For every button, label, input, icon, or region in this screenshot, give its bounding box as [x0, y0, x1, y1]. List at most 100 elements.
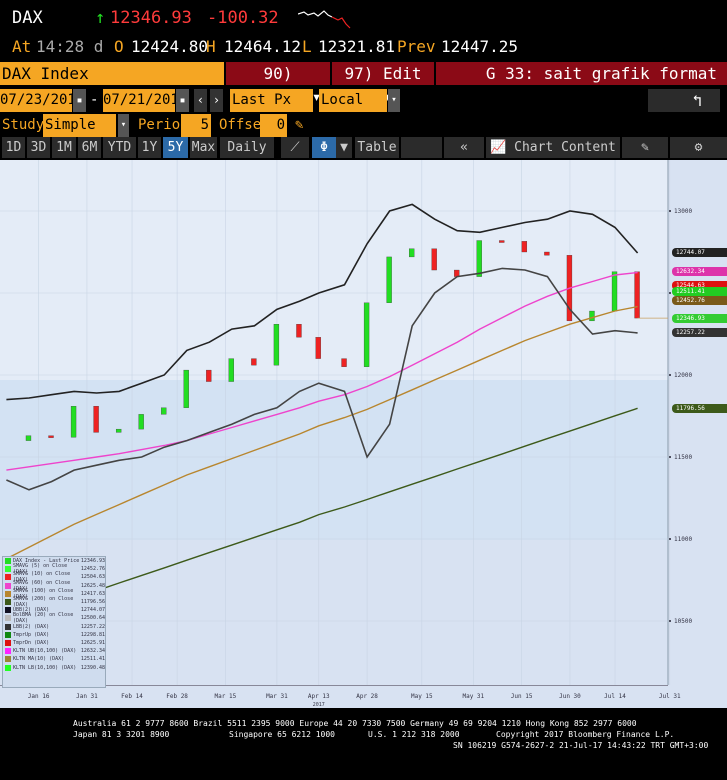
blank-button: [401, 137, 442, 158]
range-1d[interactable]: 1D: [2, 137, 25, 158]
price-candle: [206, 369, 212, 382]
gear-icon[interactable]: ⚙: [670, 137, 727, 158]
period-input[interactable]: 5: [181, 114, 211, 137]
legend-swatch: [5, 590, 11, 597]
price-tag: 12744.07: [672, 248, 727, 258]
low-label: L: [302, 37, 312, 56]
edit-menu[interactable]: 97) Edit ▾: [332, 62, 434, 106]
study-label: Study: [2, 117, 45, 133]
range-max[interactable]: Max: [190, 137, 217, 158]
y-tick: [669, 456, 671, 458]
legend-swatch: [5, 648, 11, 655]
up-arrow-icon: ↑: [95, 8, 106, 28]
next-period-button[interactable]: ›: [210, 89, 223, 112]
annotate-icon[interactable]: ✎: [622, 137, 668, 158]
chevron-down-icon[interactable]: ▾: [388, 89, 400, 112]
chart-title: G 33: sait grafik format: [436, 62, 727, 85]
x-tick-label: Jan 16: [28, 693, 50, 700]
price-tag: 12257.22: [672, 328, 727, 338]
high-value: 12464.12: [224, 37, 302, 56]
table-button[interactable]: Table: [355, 137, 399, 158]
security-field[interactable]: DAX Index: [0, 62, 224, 85]
x-tick-label: May 31: [462, 693, 484, 700]
legend-swatch: [5, 558, 11, 565]
quote-time: 14:28 d: [36, 37, 104, 56]
legend-value: 12500.64: [80, 615, 105, 622]
prev-value: 12447.25: [441, 37, 519, 56]
x-tick-label: Jul 14: [604, 693, 626, 700]
calendar-icon[interactable]: ▪: [176, 89, 189, 112]
chart-area[interactable]: Jan 16 Jan 31 Feb 14 Feb 28 Mar 15 Mar 31 Apr …: [0, 160, 727, 708]
y-tick: [669, 210, 671, 212]
legend-value: 12452.76: [80, 566, 105, 573]
field-select[interactable]: Last Px: [230, 89, 313, 112]
legend-name: TmprDn (DAX): [13, 639, 50, 646]
price-candle: [48, 435, 54, 438]
price-candle: [386, 256, 392, 303]
x-tick-label: Jun 30: [559, 693, 581, 700]
legend-name: TmprUp (DAX): [13, 631, 50, 638]
currency-select[interactable]: Local CCY: [319, 89, 387, 131]
y-tick: [669, 620, 671, 622]
price-candle: [544, 251, 550, 256]
year-label: 2017: [313, 702, 325, 708]
ticker: DAX: [12, 8, 43, 28]
price-tag: 12511.41: [672, 286, 727, 296]
frequency-select[interactable]: Daily ▼: [220, 137, 274, 176]
chart-content-button[interactable]: 📈 Chart Content: [486, 137, 620, 158]
candlestick-icon[interactable]: Φ: [312, 137, 336, 158]
study-select[interactable]: Simple MA: [43, 114, 116, 156]
chevron-down-icon[interactable]: ▾: [118, 114, 129, 137]
range-6m[interactable]: 6M: [78, 137, 101, 158]
price-candle: [251, 358, 257, 366]
last-price: 12346.93: [110, 8, 192, 28]
collapse-icon[interactable]: «: [444, 137, 484, 158]
calendar-icon[interactable]: ▪: [73, 89, 86, 112]
price-tag: 12346.93: [672, 313, 727, 323]
back-arrow-icon[interactable]: ↰: [648, 89, 720, 112]
open-value: 12424.80: [131, 37, 209, 56]
footer-contacts: Australia 61 2 9777 8600 Brazil 5511 239…: [73, 719, 637, 728]
legend-item: KLTN LB(10,100) (DAX) 12390.48: [3, 663, 105, 671]
actions-menu[interactable]: 90) Actions ▾: [226, 62, 330, 106]
range-1m[interactable]: 1M: [52, 137, 76, 158]
legend-value: 12625.48: [80, 582, 105, 589]
price-candle: [431, 248, 437, 271]
legend-swatch: [5, 599, 11, 606]
range-ytd[interactable]: YTD: [103, 137, 136, 158]
price-tag: 12452.76: [672, 296, 727, 306]
at-label: At: [12, 37, 32, 56]
legend-name: KLTN UB(10,100) (DAX): [13, 648, 77, 655]
legend-item: TmprDn (DAX) 12625.91: [3, 639, 105, 647]
legend-value: 11796.56: [80, 599, 105, 606]
y-tick-label: 10500: [674, 618, 692, 625]
line-chart-icon[interactable]: ⟋: [281, 137, 309, 158]
price-candle: [363, 302, 370, 367]
chevron-down-icon[interactable]: ▼: [336, 137, 352, 158]
legend-value: 12511.41: [80, 656, 105, 663]
legend-item: TmprUp (DAX) 12298.81: [3, 631, 105, 639]
offset-input[interactable]: 0: [260, 114, 287, 137]
price-candle: [521, 241, 528, 253]
start-date-input[interactable]: 07/23/2012: [0, 89, 84, 112]
legend-swatch: [5, 656, 11, 663]
chart-content-label: Chart Content: [514, 140, 616, 155]
legend-value: 12346.93: [80, 558, 105, 565]
net-change: -100.32: [207, 8, 279, 28]
legend-item: BolBMA (20) on Close (DAX) 12500.64: [3, 612, 105, 624]
legend-value: 12504.63: [80, 574, 105, 581]
x-tick-label: Mar 31: [266, 693, 288, 700]
range-1y[interactable]: 1Y: [138, 137, 161, 158]
legend-name: LBB(2) (DAX): [13, 623, 50, 630]
pencil-icon[interactable]: ✎: [295, 114, 303, 137]
end-date-input[interactable]: 07/21/2017: [103, 89, 187, 112]
legend-name: KLTN LB(10,100) (DAX): [13, 664, 77, 671]
range-3d[interactable]: 3D: [27, 137, 50, 158]
prev-period-button[interactable]: ‹: [194, 89, 207, 112]
y-tick-label: 12000: [674, 372, 692, 379]
range-5y[interactable]: 5Y: [163, 137, 188, 158]
x-tick-label: Feb 28: [166, 693, 188, 700]
chart-legend: DAX Index - Last Price 12346.93 SMAVG (5) …: [2, 556, 106, 688]
price-candle: [25, 435, 32, 441]
price-candle: [138, 414, 144, 430]
